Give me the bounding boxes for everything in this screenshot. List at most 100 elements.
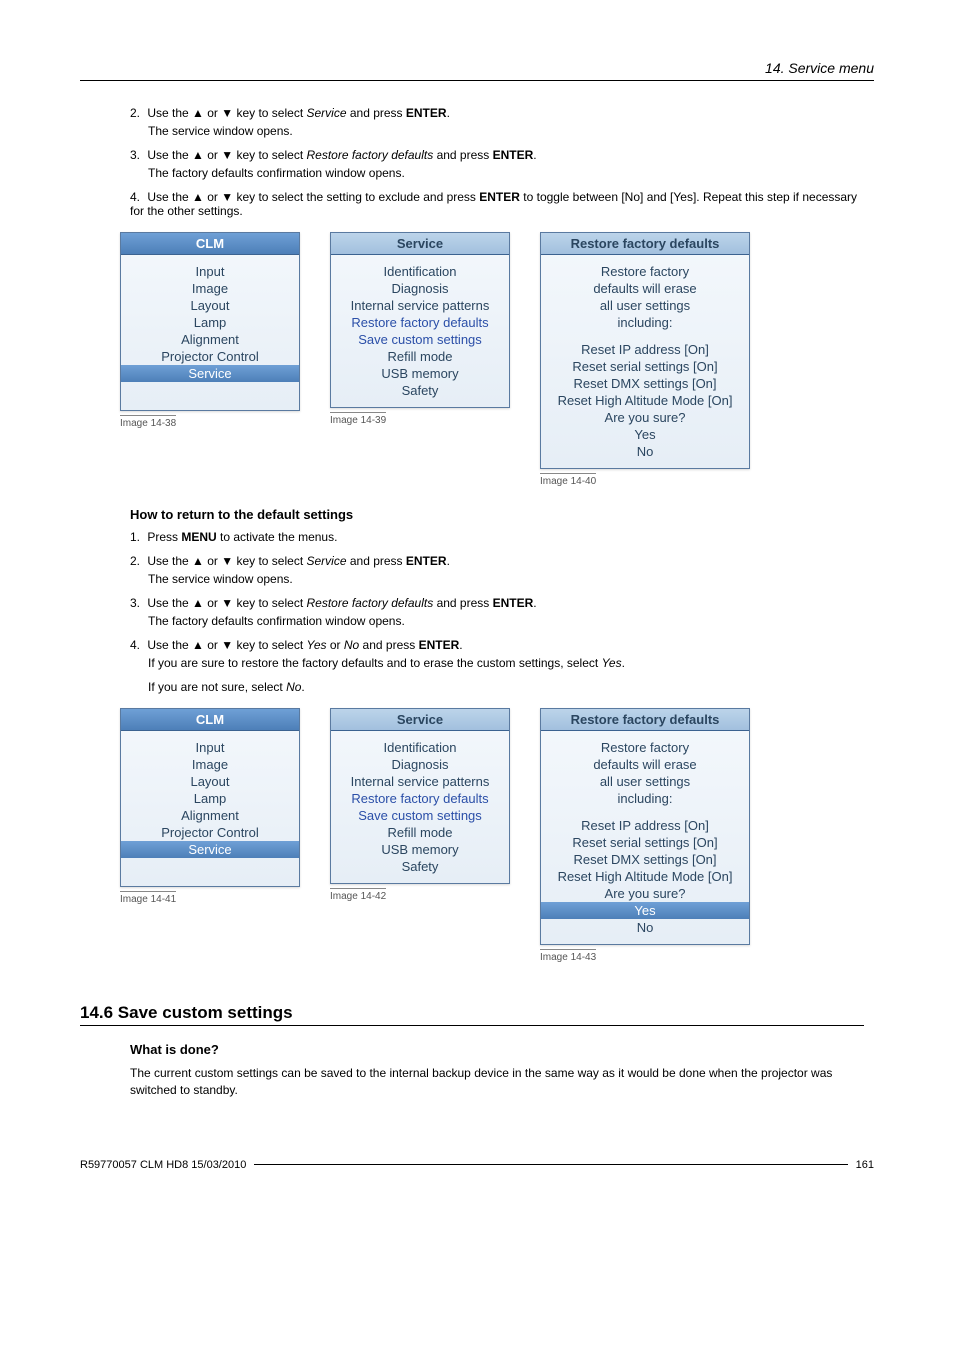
menu-line: Reset serial settings [On] [545, 358, 745, 375]
screenshots-b: CLM Input Image Layout Lamp Alignment Pr… [120, 708, 864, 963]
step-sub: The factory defaults confirmation window… [148, 614, 864, 628]
menu-clm: CLM Input Image Layout Lamp Alignment Pr… [120, 708, 300, 887]
menu-restore: Restore factory defaults Restore factory… [540, 232, 750, 469]
menu-item: USB memory [335, 841, 505, 858]
menu-line: Reset High Altitude Mode [On] [545, 868, 745, 885]
menu-title: Service [331, 233, 509, 255]
menu-line: Reset serial settings [On] [545, 834, 745, 851]
menu-item: Safety [335, 858, 505, 875]
menu-line: No [545, 443, 745, 460]
step-number: 2. [130, 106, 144, 120]
menu-service: Service Identification Diagnosis Interna… [330, 232, 510, 408]
shot-clm-b: CLM Input Image Layout Lamp Alignment Pr… [120, 708, 300, 905]
steps-list-a: 2. Use the ▲ or ▼ key to select Service … [130, 106, 864, 218]
menu-item: Identification [335, 739, 505, 756]
step-sub: The factory defaults confirmation window… [148, 166, 864, 180]
step-text: Use the ▲ or ▼ key to select the setting… [130, 190, 857, 218]
breadcrumb: 14. Service menu [80, 60, 874, 80]
step-text: Use the ▲ or ▼ key to select Service and… [147, 106, 450, 120]
menu-line-selected: Yes [541, 902, 749, 919]
menu-item: Layout [125, 773, 295, 790]
menu-item: Diagnosis [335, 280, 505, 297]
menu-item: Safety [335, 382, 505, 399]
shot-restore-a: Restore factory defaults Restore factory… [540, 232, 750, 487]
menu-title: Restore factory defaults [541, 233, 749, 255]
subheading-return: How to return to the default settings [130, 507, 864, 522]
image-caption: Image 14-43 [540, 949, 596, 963]
menu-item: Restore factory defaults [335, 314, 505, 331]
menu-line: defaults will erase [545, 280, 745, 297]
menu-line: all user settings [545, 297, 745, 314]
menu-item-selected: Service [121, 365, 299, 382]
step-a2: 2. Use the ▲ or ▼ key to select Service … [130, 106, 864, 138]
menu-item: Input [125, 739, 295, 756]
menu-line: Restore factory [545, 739, 745, 756]
step-text: Use the ▲ or ▼ key to select Yes or No a… [147, 638, 462, 652]
menu-item: Refill mode [335, 348, 505, 365]
menu-item: Diagnosis [335, 756, 505, 773]
step-number: 3. [130, 596, 144, 610]
menu-line: Are you sure? [545, 885, 745, 902]
menu-item: Lamp [125, 790, 295, 807]
steps-list-b: 1. Press MENU to activate the menus. 2. … [130, 530, 864, 694]
footer-rule [254, 1164, 847, 1165]
page-footer: R59770057 CLM HD8 15/03/2010 161 [80, 1159, 874, 1171]
menu-item: Identification [335, 263, 505, 280]
step-text: Use the ▲ or ▼ key to select Service and… [147, 554, 450, 568]
step-b1: 1. Press MENU to activate the menus. [130, 530, 864, 544]
menu-item: Alignment [125, 807, 295, 824]
step-sub: The service window opens. [148, 124, 864, 138]
menu-item: Save custom settings [335, 807, 505, 824]
menu-item: Lamp [125, 314, 295, 331]
what-heading: What is done? [130, 1042, 864, 1057]
image-caption: Image 14-40 [540, 473, 596, 487]
menu-item: Alignment [125, 331, 295, 348]
page-number: 161 [856, 1159, 874, 1171]
step-a4: 4. Use the ▲ or ▼ key to select the sett… [130, 190, 864, 218]
menu-item-selected: Service [121, 841, 299, 858]
step-number: 4. [130, 638, 144, 652]
image-caption: Image 14-39 [330, 412, 386, 426]
footer-left: R59770057 CLM HD8 15/03/2010 [80, 1159, 246, 1171]
menu-title: Restore factory defaults [541, 709, 749, 731]
shot-restore-b: Restore factory defaults Restore factory… [540, 708, 750, 963]
content-region: 2. Use the ▲ or ▼ key to select Service … [80, 106, 874, 1099]
image-caption: Image 14-42 [330, 888, 386, 902]
shot-service-a: Service Identification Diagnosis Interna… [330, 232, 510, 426]
menu-line: Restore factory [545, 263, 745, 280]
step-sub: If you are sure to restore the factory d… [148, 656, 864, 670]
step-b3: 3. Use the ▲ or ▼ key to select Restore … [130, 596, 864, 628]
menu-clm: CLM Input Image Layout Lamp Alignment Pr… [120, 232, 300, 411]
menu-item: Input [125, 263, 295, 280]
step-number: 2. [130, 554, 144, 568]
step-text: Use the ▲ or ▼ key to select Restore fac… [147, 148, 536, 162]
menu-item: Restore factory defaults [335, 790, 505, 807]
menu-line: including: [545, 790, 745, 807]
section-rule [80, 1025, 864, 1026]
step-number: 4. [130, 190, 144, 204]
menu-item: Projector Control [125, 824, 295, 841]
menu-title: CLM [121, 709, 299, 731]
menu-item: Layout [125, 297, 295, 314]
step-sub: If you are not sure, select No. [148, 680, 864, 694]
menu-line: Are you sure? [545, 409, 745, 426]
menu-line: defaults will erase [545, 756, 745, 773]
shot-service-b: Service Identification Diagnosis Interna… [330, 708, 510, 902]
step-b2: 2. Use the ▲ or ▼ key to select Service … [130, 554, 864, 586]
section-heading: 14.6 Save custom settings [80, 1003, 864, 1023]
menu-line: No [545, 919, 745, 936]
step-number: 3. [130, 148, 144, 162]
menu-restore: Restore factory defaults Restore factory… [540, 708, 750, 945]
menu-item: USB memory [335, 365, 505, 382]
image-caption: Image 14-41 [120, 891, 176, 905]
menu-line: Reset High Altitude Mode [On] [545, 392, 745, 409]
step-text: Use the ▲ or ▼ key to select Restore fac… [147, 596, 536, 610]
menu-line: including: [545, 314, 745, 331]
image-caption: Image 14-38 [120, 415, 176, 429]
menu-item: Image [125, 280, 295, 297]
menu-title: Service [331, 709, 509, 731]
menu-line: Yes [545, 426, 745, 443]
step-b4: 4. Use the ▲ or ▼ key to select Yes or N… [130, 638, 864, 694]
what-body: The current custom settings can be saved… [130, 1065, 864, 1099]
step-text: Press MENU to activate the menus. [147, 530, 337, 544]
